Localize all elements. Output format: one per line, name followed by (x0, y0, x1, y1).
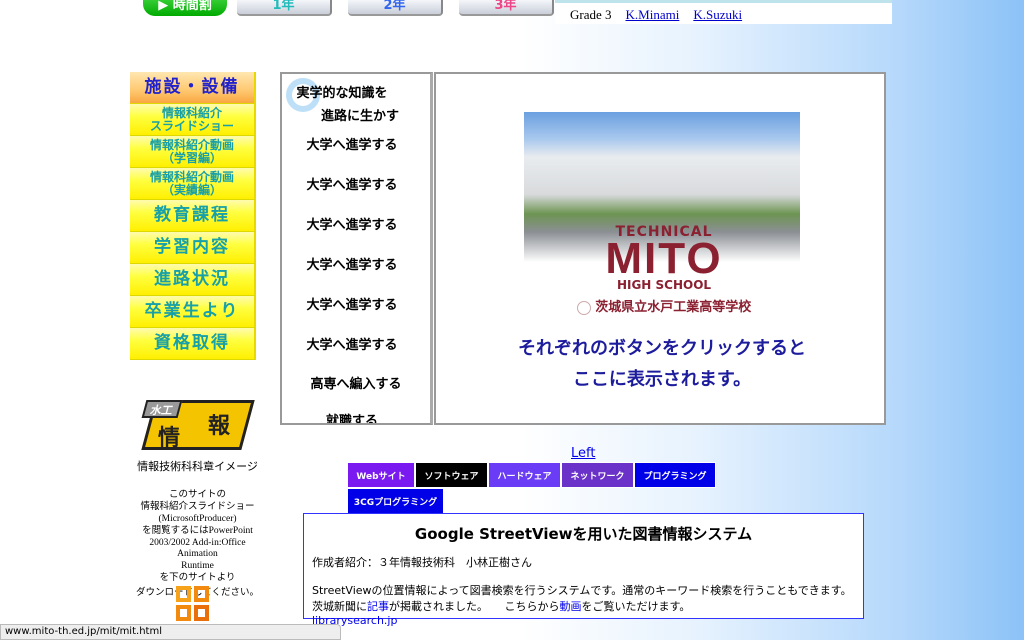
work-detail: Google StreetViewを用いた図書情報システム 作成者紹介：３年情報… (303, 513, 864, 627)
nav-curriculum[interactable]: 教育課程 (130, 200, 256, 232)
link-suzuki[interactable]: K.Suzuki (693, 7, 742, 22)
work-description: StreetViewの位置情報によって図書検索を行うシステムです。通常のキーワー… (312, 584, 852, 597)
nav-graduates[interactable]: 卒業生より (130, 296, 256, 328)
career-university-6[interactable]: 大学へ進学する (282, 334, 422, 353)
play-icon: ▶ (158, 0, 173, 13)
message-line-2: ここに表示されます。 (572, 369, 752, 390)
career-kosen[interactable]: 高専へ編入する (286, 373, 426, 392)
tab-network[interactable]: ネットワーク (561, 462, 634, 488)
nav-career[interactable]: 進路状況 (130, 264, 256, 296)
works-tabs: Webサイト ソフトウェア ハードウェア ネットワーク プログラミング (347, 462, 716, 488)
article-link[interactable]: 記事 (367, 600, 389, 613)
nav-qualifications[interactable]: 資格取得 (130, 328, 256, 360)
link-minami[interactable]: K.Minami (626, 7, 680, 22)
career-university-4[interactable]: 大学へ進学する (282, 254, 422, 273)
status-bar: www.mito-th.ed.jp/mit/mit.html (0, 624, 341, 640)
career-university-5[interactable]: 大学へ進学する (282, 294, 422, 313)
grade1-button[interactable]: 1年 (237, 0, 332, 16)
left-link[interactable]: Left (571, 446, 595, 461)
tab-website[interactable]: Webサイト (347, 462, 415, 488)
office-icon[interactable] (176, 586, 210, 622)
grade3-button[interactable]: 3年 (459, 0, 554, 16)
department-emblem: 水工 情 報 (140, 396, 255, 454)
career-heading-1: 実学的な知識を (296, 85, 388, 100)
tab-software[interactable]: ソフトウェア (415, 462, 488, 488)
work-author: 作成者紹介：３年情報技術科 小林正樹さん (312, 556, 532, 569)
tab-hardware[interactable]: ハードウェア (488, 462, 561, 488)
nav-video-results[interactable]: 情報科紹介動画 （実績編） (130, 168, 256, 200)
nav-video-study[interactable]: 情報科紹介動画 （学習編） (130, 136, 256, 168)
school-logo: TECHNICAL MITO HIGH SCHOOL 茨城県立水戸工業高等学校 (554, 224, 774, 315)
work-title: Google StreetViewを用いた図書情報システム (414, 525, 753, 543)
grade-label: Grade 3 (570, 7, 612, 22)
download-note: このサイトの 情報科紹介スライドショー (MicrosoftProducer) を閲覧… (136, 490, 259, 598)
career-university-2[interactable]: 大学へ進学する (282, 174, 422, 193)
tab-3cg-programming[interactable]: 3CGプログラミング (347, 488, 444, 514)
grade-bar: Grade 3 K.Minami K.Suzuki (555, 0, 892, 24)
crest-icon (576, 300, 591, 315)
emblem-caption: 情報技術科科章イメージ (137, 461, 258, 473)
career-university-3[interactable]: 大学へ進学する (282, 214, 422, 233)
timetable-button[interactable]: ▶ 時間割 (143, 0, 227, 16)
message-line-1: それぞれのボタンをクリックすると (518, 338, 806, 359)
nav-learning[interactable]: 学習内容 (130, 232, 256, 264)
video-link[interactable]: 動画 (560, 600, 582, 613)
career-frame: 実学的な知識を 進路に生かす 大学へ進学する 大学へ進学する 大学へ進学する 大… (280, 72, 433, 425)
career-employment[interactable]: 就職する (282, 410, 422, 423)
nav-facilities[interactable]: 施設・設備 (130, 72, 256, 104)
tab-programming[interactable]: プログラミング (634, 462, 716, 488)
nav-slideshow[interactable]: 情報科紹介 スライドショー (130, 104, 256, 136)
content-frame: TECHNICAL MITO HIGH SCHOOL 茨城県立水戸工業高等学校 … (434, 72, 886, 425)
career-university-1[interactable]: 大学へ進学する (282, 134, 422, 153)
career-heading-2: 進路に生かす (320, 108, 399, 123)
grade2-button[interactable]: 2年 (348, 0, 443, 16)
